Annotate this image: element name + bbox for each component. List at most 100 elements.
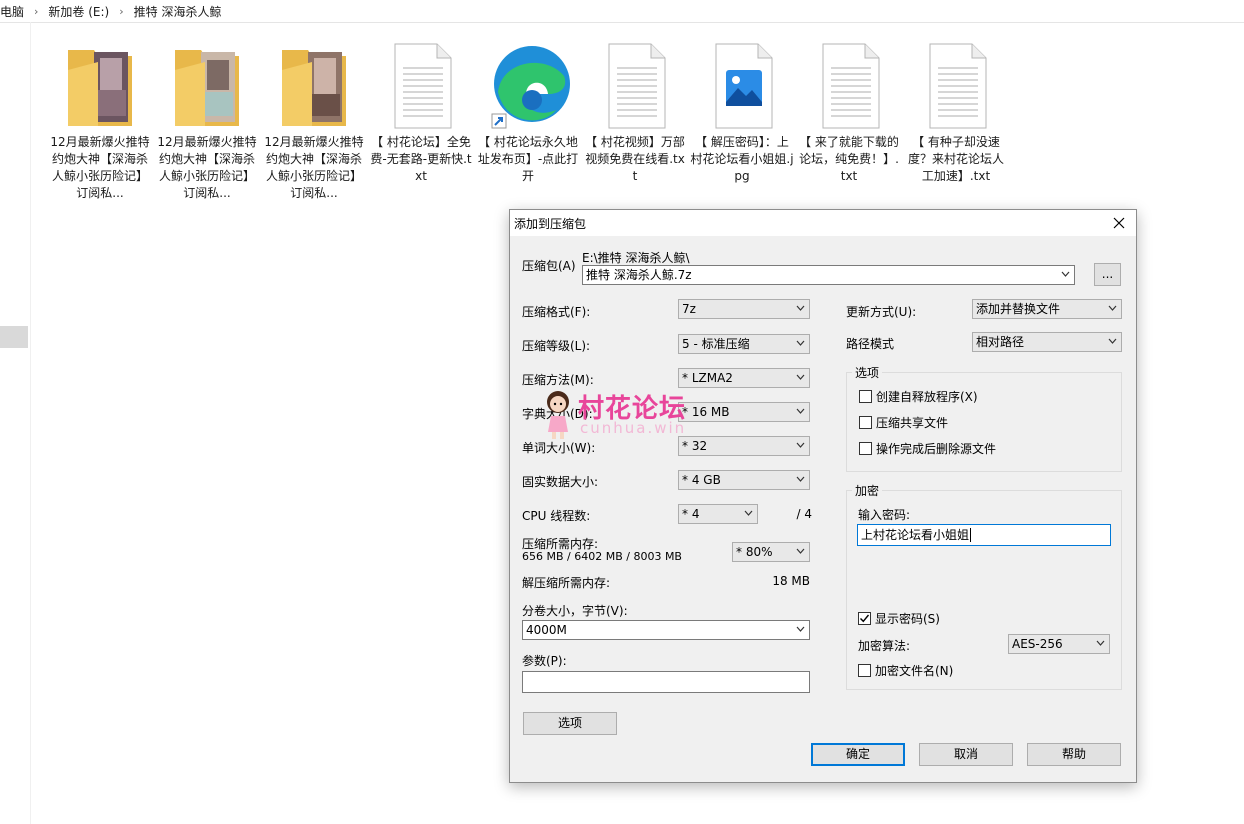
method-select[interactable]: * LZMA2 (678, 368, 810, 388)
encryption-method-select[interactable]: AES-256 (1008, 634, 1110, 654)
text-caret (970, 528, 972, 542)
chevron-down-icon (796, 408, 805, 414)
checkbox-box[interactable] (858, 663, 871, 677)
text-file-icon (822, 43, 880, 129)
archive-name-combo[interactable]: 推特 深海杀人鲸.7z (582, 265, 1075, 285)
checkmark-icon (860, 614, 870, 622)
file-name: 【 村花视频】万部视频免费在线看.txt (585, 135, 685, 183)
cpu-threads-label: CPU 线程数: (522, 509, 591, 523)
chevron-down-icon (796, 442, 805, 448)
format-select[interactable]: 7z (678, 299, 810, 319)
file-item-folder-1[interactable]: 12月最新爆火推特约炮大神【深海杀人鲸小张历险记】订阅私... (48, 36, 152, 206)
word-size-value: * 32 (682, 439, 708, 453)
file-name: 【 解压密码】：上村花论坛看小姐姐.jpg (690, 135, 794, 183)
file-item-txt-4[interactable]: 【 有种子却没速度？来村花论坛人工加速】.txt (904, 36, 1008, 206)
options-button[interactable]: 选项 (523, 712, 617, 735)
navigation-pane-selected-item[interactable] (0, 326, 28, 348)
show-password-checkbox[interactable]: 显示密码(S) (858, 610, 940, 626)
chevron-down-icon (796, 374, 805, 380)
help-button[interactable]: 帮助 (1027, 743, 1121, 766)
compress-shared-label: 压缩共享文件 (876, 415, 949, 430)
delete-source-label: 操作完成后删除源文件 (876, 441, 997, 456)
chevron-down-icon (744, 510, 753, 516)
checkbox-box[interactable] (859, 415, 872, 429)
update-mode-label: 更新方式(U): (846, 305, 917, 319)
breadcrumb-item-computer[interactable]: 电脑 (0, 3, 24, 20)
archive-name-value: 推特 深海杀人鲸.7z (586, 268, 692, 282)
chevron-down-icon (796, 476, 805, 482)
memory-percent-value: * 80% (736, 545, 773, 559)
format-value: 7z (682, 302, 696, 316)
breadcrumb-item-drive[interactable]: 新加卷 (E:) (48, 3, 109, 20)
cancel-button[interactable]: 取消 (919, 743, 1013, 766)
file-name: 【 村花论坛永久地址发布页】-点此打开 (477, 135, 579, 183)
encryption-method-value: AES-256 (1012, 637, 1063, 651)
file-name: 12月最新爆火推特约炮大神【深海杀人鲸小张历险记】订阅私... (50, 135, 150, 200)
format-label: 压缩格式(F): (522, 305, 591, 319)
breadcrumb-item-folder[interactable]: 推特 深海杀人鲸 (134, 3, 222, 20)
split-size-combo[interactable]: 4000M (522, 620, 810, 640)
file-name: 12月最新爆火推特约炮大神【深海杀人鲸小张历险记】订阅私... (264, 135, 364, 200)
text-file-icon (394, 43, 452, 129)
checkbox-box[interactable] (858, 611, 871, 625)
file-name: 【 来了就能下载的论坛，纯免费！】.txt (799, 135, 899, 183)
update-mode-select[interactable]: 添加并替换文件 (972, 299, 1122, 319)
file-item-txt-1[interactable]: 【 村花论坛】全免费-无套路-更新快.txt (369, 36, 473, 206)
encrypt-names-checkbox[interactable]: 加密文件名(N) (858, 662, 953, 678)
checkbox-box[interactable] (859, 441, 872, 455)
archive-path: E:\推特 深海杀人鲸\ (582, 251, 690, 265)
split-size-label: 分卷大小，字节(V): (522, 604, 628, 618)
file-item-folder-3[interactable]: 12月最新爆火推特约炮大神【深海杀人鲸小张历险记】订阅私... (262, 36, 366, 206)
cpu-threads-select[interactable]: * 4 (678, 504, 758, 524)
level-select[interactable]: 5 - 标准压缩 (678, 334, 810, 354)
cpu-threads-value: * 4 (682, 507, 700, 521)
ok-button[interactable]: 确定 (811, 743, 905, 766)
close-icon[interactable] (1110, 214, 1128, 232)
chevron-down-icon (1061, 271, 1070, 277)
chevron-right-icon: › (34, 4, 39, 18)
chevron-down-icon (796, 340, 805, 346)
browse-button[interactable]: ... (1094, 263, 1121, 286)
memory-value: 656 MB / 6402 MB / 8003 MB (522, 550, 682, 563)
path-mode-select[interactable]: 相对路径 (972, 332, 1122, 352)
method-label: 压缩方法(M): (522, 373, 594, 387)
solid-size-value: * 4 GB (682, 473, 721, 487)
encryption-method-label: 加密算法: (858, 639, 911, 653)
file-item-txt-2[interactable]: 【 村花视频】万部视频免费在线看.txt (583, 36, 687, 206)
file-item-txt-3[interactable]: 【 来了就能下载的论坛，纯免费！】.txt (797, 36, 901, 206)
options-group-title: 选项 (852, 364, 883, 381)
password-input[interactable]: 上村花论坛看小姐姐 (857, 524, 1111, 546)
folder-icon (68, 50, 132, 126)
folder-icon (282, 50, 346, 126)
parameters-input[interactable] (522, 671, 810, 693)
image-file-icon (715, 43, 773, 129)
memory-percent-select[interactable]: * 80% (732, 542, 810, 562)
text-file-icon (929, 43, 987, 129)
create-sfx-checkbox[interactable]: 创建自释放程序(X) (859, 388, 978, 404)
chevron-down-icon (1108, 305, 1117, 311)
breadcrumb: 电脑 › 新加卷 (E:) › 推特 深海杀人鲸 (0, 0, 1244, 23)
show-password-label: 显示密码(S) (875, 611, 940, 626)
solid-size-label: 固实数据大小: (522, 475, 599, 489)
dictionary-select[interactable]: * 16 MB (678, 402, 810, 422)
delete-source-checkbox[interactable]: 操作完成后删除源文件 (859, 440, 996, 456)
decompress-memory-label: 解压缩所需内存: (522, 576, 611, 590)
file-item-jpg[interactable]: 【 解压密码】：上村花论坛看小姐姐.jpg (690, 36, 794, 206)
edge-browser-icon (491, 46, 570, 129)
file-item-folder-2[interactable]: 12月最新爆火推特约炮大神【深海杀人鲸小张历险记】订阅私... (155, 36, 259, 206)
method-value: * LZMA2 (682, 371, 733, 385)
chevron-down-icon (796, 305, 805, 311)
solid-size-select[interactable]: * 4 GB (678, 470, 810, 490)
file-item-edge-shortcut[interactable]: 【 村花论坛永久地址发布页】-点此打开 (476, 36, 580, 206)
compress-shared-checkbox[interactable]: 压缩共享文件 (859, 414, 948, 430)
path-mode-value: 相对路径 (976, 335, 1025, 349)
word-size-select[interactable]: * 32 (678, 436, 810, 456)
chevron-down-icon (1108, 338, 1117, 344)
cpu-threads-total: / 4 (796, 507, 813, 521)
dialog-titlebar: 添加到压缩包 (510, 210, 1136, 236)
add-to-archive-dialog: 添加到压缩包 压缩包(A) E:\推特 深海杀人鲸\ 推特 深海杀人鲸.7z .… (509, 209, 1137, 783)
checkbox-box[interactable] (859, 389, 872, 403)
file-name: 12月最新爆火推特约炮大神【深海杀人鲸小张历险记】订阅私... (157, 135, 257, 200)
chevron-down-icon (796, 626, 805, 632)
password-label: 输入密码: (858, 508, 911, 522)
